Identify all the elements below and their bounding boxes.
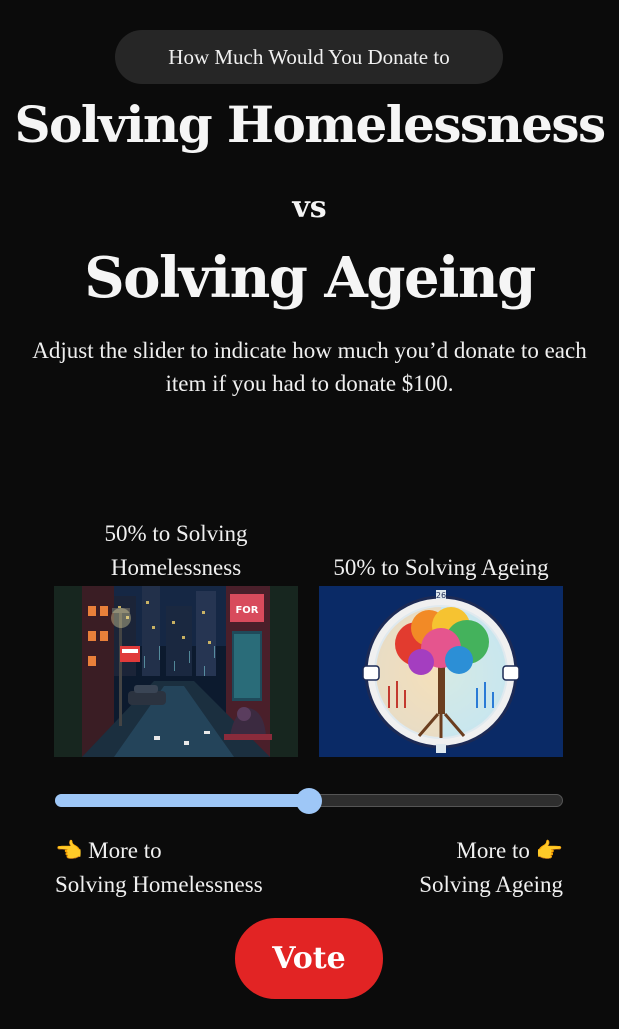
more-to-homelessness-label: 👈 More to Solving Homelessness [55, 834, 263, 902]
vs-label: vs [292, 190, 327, 225]
pointing-left-hand-icon: 👈 [55, 838, 83, 863]
homeless-city-night-illustration: FOR [82, 586, 272, 757]
percent-label-homelessness-line2: Homelessness [110, 555, 242, 580]
more-to-ageing-label: More to 👉 Solving Ageing [419, 834, 563, 902]
ageing-image: 26 [319, 586, 563, 757]
homelessness-image: FOR [54, 586, 298, 757]
pointing-right-hand-icon: 👉 [535, 838, 563, 863]
svg-text:26: 26 [436, 591, 446, 600]
more-to-right-line2: Solving Ageing [419, 872, 563, 897]
more-to-right-line1: More to [456, 838, 530, 863]
instructions-text: Adjust the slider to indicate how much y… [32, 338, 587, 396]
svg-text:FOR: FOR [235, 605, 258, 616]
more-to-left-line2: Solving Homelessness [55, 872, 263, 897]
title-homelessness: Solving Homelessness [14, 95, 606, 154]
header-pill-text: How Much Would You Donate to [168, 44, 450, 69]
donation-slider[interactable] [55, 786, 563, 816]
title-ageing: Solving Ageing [84, 245, 536, 311]
percent-label-ageing: 50% to Solving Ageing [333, 555, 549, 580]
tree-of-life-clock-illustration: 26 [319, 586, 563, 757]
vote-button[interactable]: Vote [235, 918, 383, 999]
slider-fill [55, 794, 309, 807]
slider-thumb[interactable] [296, 788, 322, 814]
header-pill: How Much Would You Donate to [115, 30, 503, 84]
percent-label-homelessness-line1: 50% to Solving [104, 521, 248, 546]
percent-label-homelessness: 50% to Solving Homelessness [54, 517, 298, 585]
more-to-left-line1: More to [88, 838, 162, 863]
